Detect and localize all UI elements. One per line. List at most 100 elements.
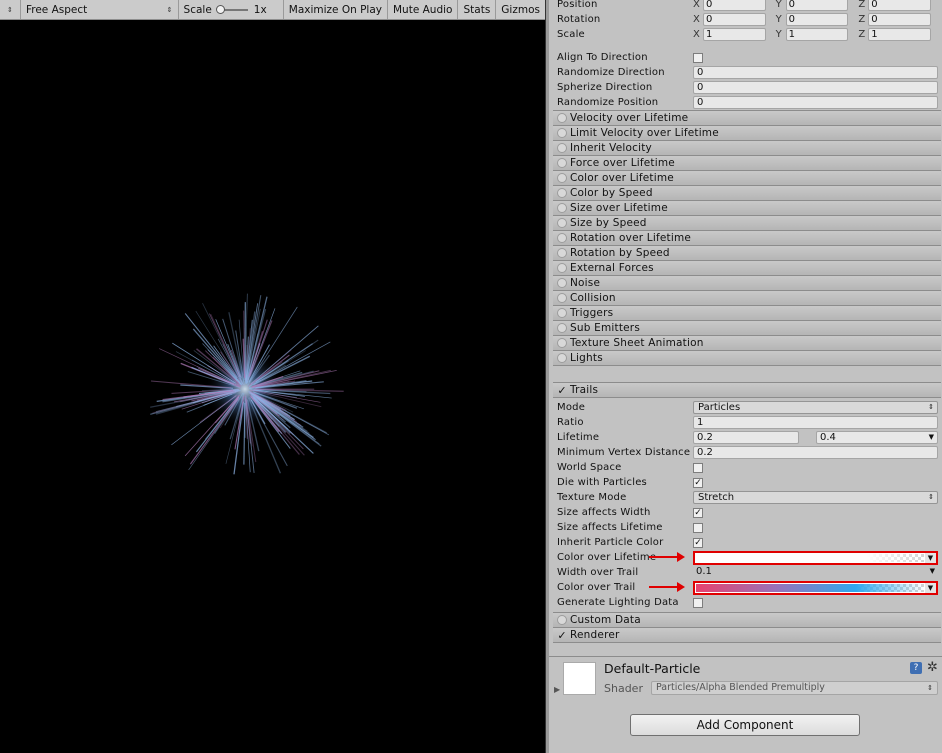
shader-dropdown[interactable]: Particles/Alpha Blended Premultiply ⇕ — [651, 681, 938, 695]
module-header[interactable]: Color over Lifetime — [553, 170, 941, 186]
renderer-enabled-check[interactable]: ✓ — [557, 629, 567, 642]
gizmos-button[interactable]: Gizmos — [496, 0, 545, 19]
position-x[interactable]: 0 — [702, 0, 766, 11]
module-header[interactable]: Rotation by Speed — [553, 245, 941, 261]
scale-label: Scale — [557, 29, 585, 40]
add-component-button[interactable]: Add Component — [630, 714, 860, 736]
color-over-trail-gradient[interactable]: ▼ — [693, 580, 938, 595]
material-name: Default-Particle — [604, 661, 701, 676]
randomize-direction-label: Randomize Direction — [557, 67, 665, 78]
module-toggle[interactable] — [557, 128, 567, 138]
spherize-direction-field[interactable]: 0 — [693, 81, 938, 94]
game-toolbar: ⇕ Free Aspect ⇕ Scale 1x Maximize On Pla… — [0, 0, 545, 20]
align-to-direction-checkbox[interactable] — [693, 52, 703, 63]
rotation-y[interactable]: 0 — [785, 13, 849, 26]
chevron-down-icon[interactable]: ▼ — [925, 552, 936, 563]
maximize-on-play-button[interactable]: Maximize On Play — [284, 0, 388, 19]
module-header[interactable]: Color by Speed — [553, 185, 941, 201]
lifetime-min-field[interactable]: 0.2 — [693, 431, 799, 444]
stats-button[interactable]: Stats — [458, 0, 497, 19]
module-header[interactable]: Collision — [553, 290, 941, 306]
module-header[interactable]: External Forces — [553, 260, 941, 276]
randomize-position-field[interactable]: 0 — [693, 96, 938, 109]
world-space-checkbox[interactable] — [693, 462, 703, 473]
mode-dropdown[interactable]: Particles ⇕ — [693, 401, 938, 414]
module-toggle[interactable] — [557, 143, 567, 153]
module-toggle[interactable] — [557, 338, 567, 348]
position-fields: X0 Y0 Z0 — [693, 0, 941, 11]
randomize-direction-field[interactable]: 0 — [693, 66, 938, 79]
lifetime-max-field[interactable]: 0.4 ▼ — [816, 431, 938, 444]
module-header[interactable]: Lights — [553, 350, 941, 366]
die-with-particles-checkbox[interactable]: ✓ — [693, 477, 703, 488]
position-y[interactable]: 0 — [785, 0, 849, 11]
display-select[interactable]: ⇕ — [0, 0, 21, 19]
module-toggle[interactable] — [557, 188, 567, 198]
custom-data-toggle[interactable] — [557, 615, 567, 625]
size-affects-width-checkbox[interactable]: ✓ — [693, 507, 703, 518]
gear-icon[interactable]: ✲ — [927, 660, 938, 675]
trails-header[interactable]: ✓ Trails — [553, 382, 941, 398]
module-toggle[interactable] — [557, 263, 567, 273]
rotation-z[interactable]: 0 — [868, 13, 932, 26]
module-header[interactable]: Noise — [553, 275, 941, 291]
module-header[interactable]: Triggers — [553, 305, 941, 321]
mode-value: Particles — [698, 402, 741, 413]
chevron-down-icon[interactable]: ▼ — [929, 432, 934, 443]
size-affects-lifetime-checkbox[interactable] — [693, 522, 703, 533]
module-header[interactable]: Force over Lifetime — [553, 155, 941, 171]
trails-enabled-check[interactable]: ✓ — [557, 384, 567, 397]
module-toggle[interactable] — [557, 308, 567, 318]
module-header[interactable]: Size over Lifetime — [553, 200, 941, 216]
ratio-field[interactable]: 1 — [693, 416, 938, 429]
color-over-lifetime-gradient[interactable]: ▼ — [693, 550, 938, 565]
module-header[interactable]: Sub Emitters — [553, 320, 941, 336]
position-z[interactable]: 0 — [868, 0, 932, 11]
renderer-header[interactable]: ✓ Renderer — [553, 627, 941, 643]
module-toggle[interactable] — [557, 158, 567, 168]
module-toggle[interactable] — [557, 173, 567, 183]
foldout-arrow-icon[interactable]: ▶ — [554, 685, 560, 694]
min-vertex-label: Minimum Vertex Distance — [557, 447, 691, 458]
rotation-x[interactable]: 0 — [702, 13, 766, 26]
chevron-down-icon[interactable]: ▼ — [925, 582, 936, 593]
scale-slider[interactable] — [215, 4, 248, 14]
scale-slider-thumb[interactable] — [215, 4, 225, 14]
module-header[interactable]: Inherit Velocity — [553, 140, 941, 156]
module-toggle[interactable] — [557, 278, 567, 288]
generate-lighting-checkbox[interactable] — [693, 597, 703, 608]
width-over-trail-field[interactable]: 0.1 ▼ — [693, 566, 938, 579]
lifetime-max-value: 0.4 — [820, 432, 836, 443]
module-toggle[interactable] — [557, 233, 567, 243]
module-header[interactable]: Limit Velocity over Lifetime — [553, 125, 941, 141]
module-header[interactable]: Velocity over Lifetime — [553, 110, 941, 126]
ratio-row: Ratio 1 — [553, 415, 941, 430]
module-header[interactable]: Rotation over Lifetime — [553, 230, 941, 246]
chevron-down-icon[interactable]: ▼ — [930, 566, 935, 577]
scale-z[interactable]: 1 — [868, 28, 932, 41]
module-toggle[interactable] — [557, 113, 567, 123]
module-toggle[interactable] — [557, 353, 567, 363]
module-header[interactable]: Texture Sheet Animation — [553, 335, 941, 351]
module-title: External Forces — [570, 262, 654, 274]
die-with-particles-label: Die with Particles — [557, 477, 647, 488]
module-toggle[interactable] — [557, 248, 567, 258]
material-thumbnail[interactable] — [563, 662, 596, 695]
ratio-label: Ratio — [557, 417, 584, 428]
module-toggle[interactable] — [557, 323, 567, 333]
scale-x[interactable]: 1 — [702, 28, 766, 41]
module-toggle[interactable] — [557, 203, 567, 213]
texture-mode-dropdown[interactable]: Stretch ⇕ — [693, 491, 938, 504]
module-toggle[interactable] — [557, 218, 567, 228]
aspect-dropdown[interactable]: Free Aspect ⇕ — [21, 0, 179, 19]
min-vertex-field[interactable]: 0.2 — [693, 446, 938, 459]
y-label: Y — [775, 14, 782, 25]
help-icon[interactable]: ? — [910, 662, 922, 674]
scale-y[interactable]: 1 — [785, 28, 849, 41]
custom-data-header[interactable]: Custom Data — [553, 612, 941, 628]
module-toggle[interactable] — [557, 293, 567, 303]
inherit-color-checkbox[interactable]: ✓ — [693, 537, 703, 548]
mute-audio-button[interactable]: Mute Audio — [388, 0, 459, 19]
module-header[interactable]: Size by Speed — [553, 215, 941, 231]
module-title: Sub Emitters — [570, 322, 640, 334]
